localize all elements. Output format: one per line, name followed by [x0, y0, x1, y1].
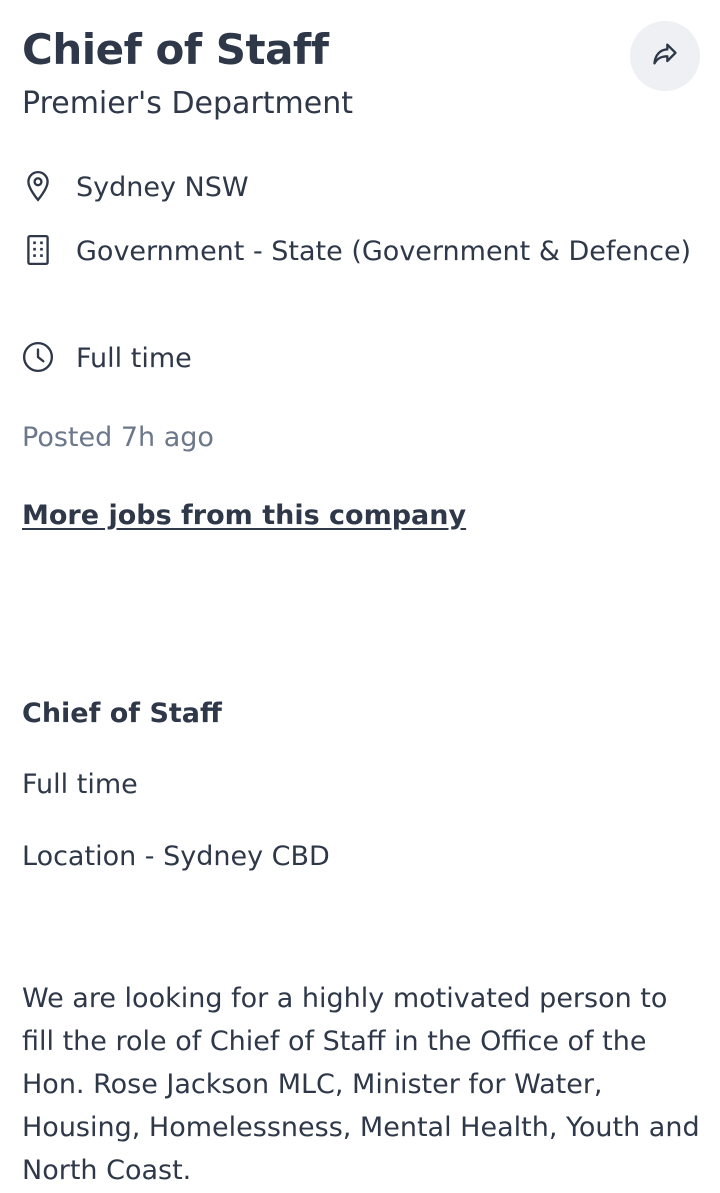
share-arrow-icon [651, 40, 679, 72]
clock-icon [22, 341, 54, 373]
description-work-type: Full time [22, 769, 138, 800]
description-paragraph: We are looking for a highly motivated pe… [22, 983, 700, 1186]
share-button[interactable] [630, 21, 700, 91]
meta-industry: Government - State (Government & Defence… [22, 230, 700, 273]
work-type-text: Full time [76, 343, 192, 374]
more-jobs-link[interactable]: More jobs from this company [22, 494, 466, 537]
job-title: Chief of Staff [22, 25, 329, 74]
industry-text: Government - State (Government & Defence… [76, 236, 692, 267]
location-text: Sydney NSW [76, 172, 249, 203]
description-location: Location - Sydney CBD [22, 841, 330, 872]
meta-location: Sydney NSW [22, 166, 700, 209]
posted-time: Posted 7h ago [22, 422, 214, 453]
description-heading: Chief of Staff [22, 698, 222, 729]
location-pin-icon [22, 170, 54, 202]
meta-work-type: Full time [22, 337, 700, 380]
job-header: Chief of Staff Premier's Department [22, 24, 620, 124]
building-icon [22, 234, 54, 266]
company-name: Premier's Department [22, 86, 353, 121]
